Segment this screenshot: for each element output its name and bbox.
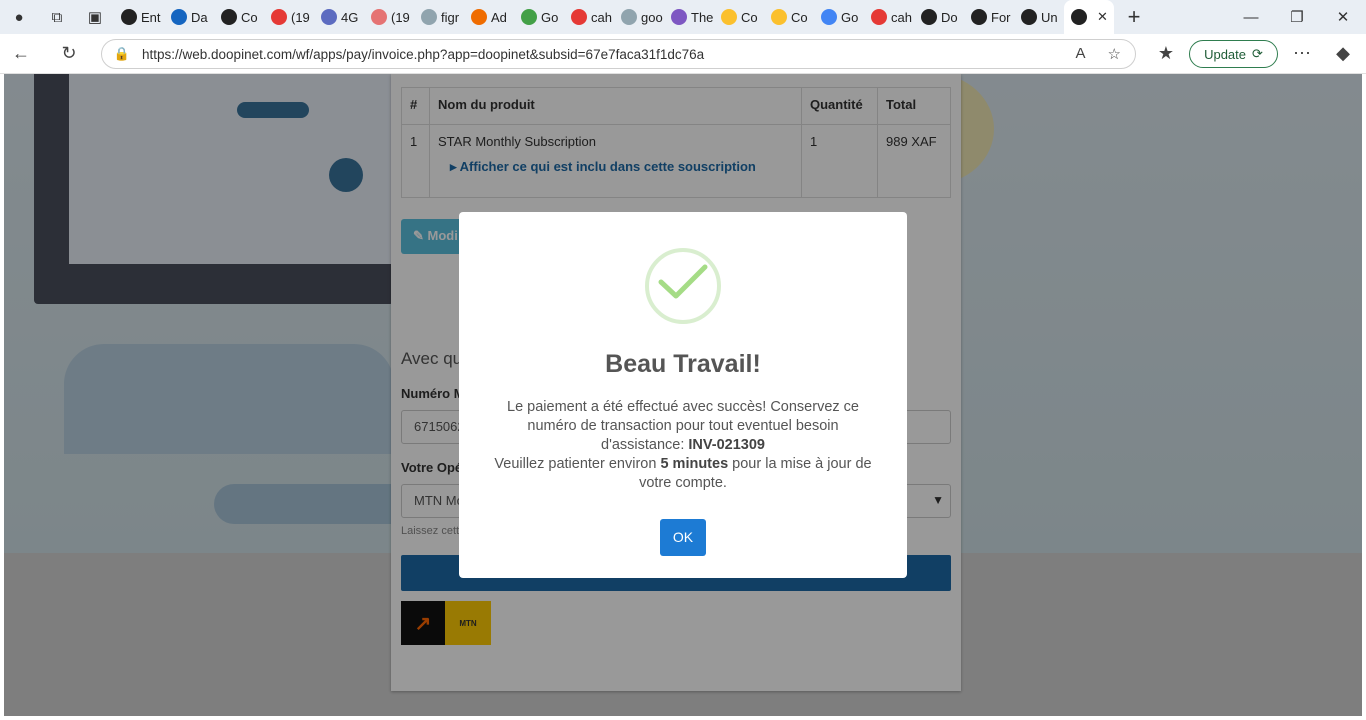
- tab-label: cah: [591, 9, 612, 25]
- tab-favicon-icon: [671, 9, 687, 25]
- browser-tab[interactable]: Go: [814, 0, 864, 34]
- browser-tab[interactable]: 4G: [314, 0, 364, 34]
- tab-favicon-icon: [371, 9, 387, 25]
- tab-label: cah: [891, 9, 912, 25]
- tab-favicon-icon: [621, 9, 637, 25]
- tab-favicon-icon: [771, 9, 787, 25]
- browser-tab[interactable]: (19: [264, 0, 314, 34]
- tab-label: goo: [641, 9, 663, 25]
- tab-favicon-icon: [221, 9, 237, 25]
- close-window-icon[interactable]: ✕: [1320, 0, 1366, 34]
- wait-duration: 5 minutes: [660, 456, 729, 472]
- reload-button[interactable]: ↻: [48, 34, 90, 74]
- browser-tab[interactable]: ✕: [1064, 0, 1114, 34]
- tab-label: Da: [191, 9, 208, 25]
- minimize-icon[interactable]: —: [1228, 0, 1274, 34]
- tab-label: Do: [941, 9, 958, 25]
- tab-label: Go: [541, 9, 559, 25]
- browser-tab[interactable]: cah: [864, 0, 914, 34]
- browser-tab[interactable]: figr: [414, 0, 464, 34]
- close-tab-icon[interactable]: ✕: [1097, 9, 1108, 25]
- tab-label: Co: [791, 9, 808, 25]
- tab-label: Go: [841, 9, 859, 25]
- navigation-bar: ← ↻ 🔒 https://web.doopinet.com/wf/apps/p…: [0, 34, 1366, 74]
- success-check-icon: [645, 248, 721, 324]
- tab-label: (19: [391, 9, 410, 25]
- restore-icon[interactable]: ❐: [1274, 0, 1320, 34]
- more-menu-icon[interactable]: ⋯: [1281, 34, 1323, 74]
- back-button[interactable]: ←: [0, 34, 42, 74]
- ok-button[interactable]: OK: [660, 519, 706, 556]
- dialog-message: Le paiement a été effectué avec succès! …: [485, 398, 881, 493]
- tab-actions-icon[interactable]: ▣: [76, 0, 114, 34]
- profile-icon[interactable]: ●: [0, 0, 38, 34]
- address-bar[interactable]: 🔒 https://web.doopinet.com/wf/apps/pay/i…: [101, 39, 1136, 69]
- tab-favicon-icon: [821, 9, 837, 25]
- browser-tab[interactable]: Go: [514, 0, 564, 34]
- update-button[interactable]: Update ⟳: [1189, 40, 1278, 68]
- tab-label: Ad: [491, 9, 507, 25]
- tab-favicon-icon: [571, 9, 587, 25]
- tab-label: (19: [291, 9, 310, 25]
- tab-list: Ent Da Co (19 4G (19 figr Ad Go cah goo The Co Co Go ca…: [114, 0, 1114, 34]
- update-label: Update: [1204, 46, 1246, 62]
- workspaces-icon[interactable]: ⧉: [38, 0, 76, 34]
- tab-label: Co: [241, 9, 258, 25]
- tab-favicon-icon: [1021, 9, 1037, 25]
- browser-tab[interactable]: Un: [1014, 0, 1064, 34]
- lock-icon[interactable]: 🔒: [102, 46, 142, 62]
- browser-tab[interactable]: goo: [614, 0, 664, 34]
- tab-favicon-icon: [171, 9, 187, 25]
- tab-label: Ent: [141, 9, 161, 25]
- tab-label: The: [691, 9, 714, 25]
- message-line2a: Veuillez patienter environ: [494, 456, 661, 472]
- tab-strip: ● ⧉ ▣ Ent Da Co (19 4G (19 figr Ad Go cah goo The Co…: [0, 0, 1366, 34]
- favorites-icon[interactable]: ★: [1145, 34, 1187, 74]
- browser-tab[interactable]: The: [664, 0, 714, 34]
- browser-tab[interactable]: Do: [914, 0, 964, 34]
- dialog-title: Beau Travail!: [605, 350, 761, 378]
- success-dialog: Beau Travail! Le paiement a été effectué…: [459, 212, 907, 578]
- tab-label: 4G: [341, 9, 359, 25]
- url-text: https://web.doopinet.com/wf/apps/pay/inv…: [142, 46, 705, 62]
- favorite-star-icon[interactable]: ☆: [1108, 45, 1121, 63]
- tab-favicon-icon: [471, 9, 487, 25]
- tab-favicon-icon: [421, 9, 437, 25]
- browser-tab[interactable]: Ent: [114, 0, 164, 34]
- tab-label: Co: [741, 9, 758, 25]
- tab-label: Un: [1041, 9, 1058, 25]
- tab-favicon-icon: [121, 9, 137, 25]
- transaction-ref: INV-021309: [688, 437, 765, 453]
- message-line1: Le paiement a été effectué avec succès! …: [507, 399, 859, 453]
- browser-tab[interactable]: Da: [164, 0, 214, 34]
- tab-favicon-icon: [1071, 9, 1087, 25]
- tab-favicon-icon: [721, 9, 737, 25]
- copilot-icon[interactable]: ◆: [1322, 34, 1364, 74]
- browser-tab[interactable]: Co: [764, 0, 814, 34]
- tab-favicon-icon: [321, 9, 337, 25]
- browser-tab[interactable]: cah: [564, 0, 614, 34]
- update-icon: ⟳: [1252, 46, 1263, 61]
- tab-label: figr: [441, 9, 460, 25]
- browser-tab[interactable]: For: [964, 0, 1014, 34]
- tab-label: For: [991, 9, 1011, 25]
- tab-favicon-icon: [971, 9, 987, 25]
- browser-tab[interactable]: Co: [714, 0, 764, 34]
- browser-tab[interactable]: Co: [214, 0, 264, 34]
- read-aloud-icon[interactable]: A: [1076, 45, 1086, 63]
- tab-favicon-icon: [271, 9, 287, 25]
- new-tab-button[interactable]: +: [1114, 0, 1154, 34]
- browser-tab[interactable]: Ad: [464, 0, 514, 34]
- tab-favicon-icon: [521, 9, 537, 25]
- browser-tab[interactable]: (19: [364, 0, 414, 34]
- tab-favicon-icon: [871, 9, 887, 25]
- tab-favicon-icon: [921, 9, 937, 25]
